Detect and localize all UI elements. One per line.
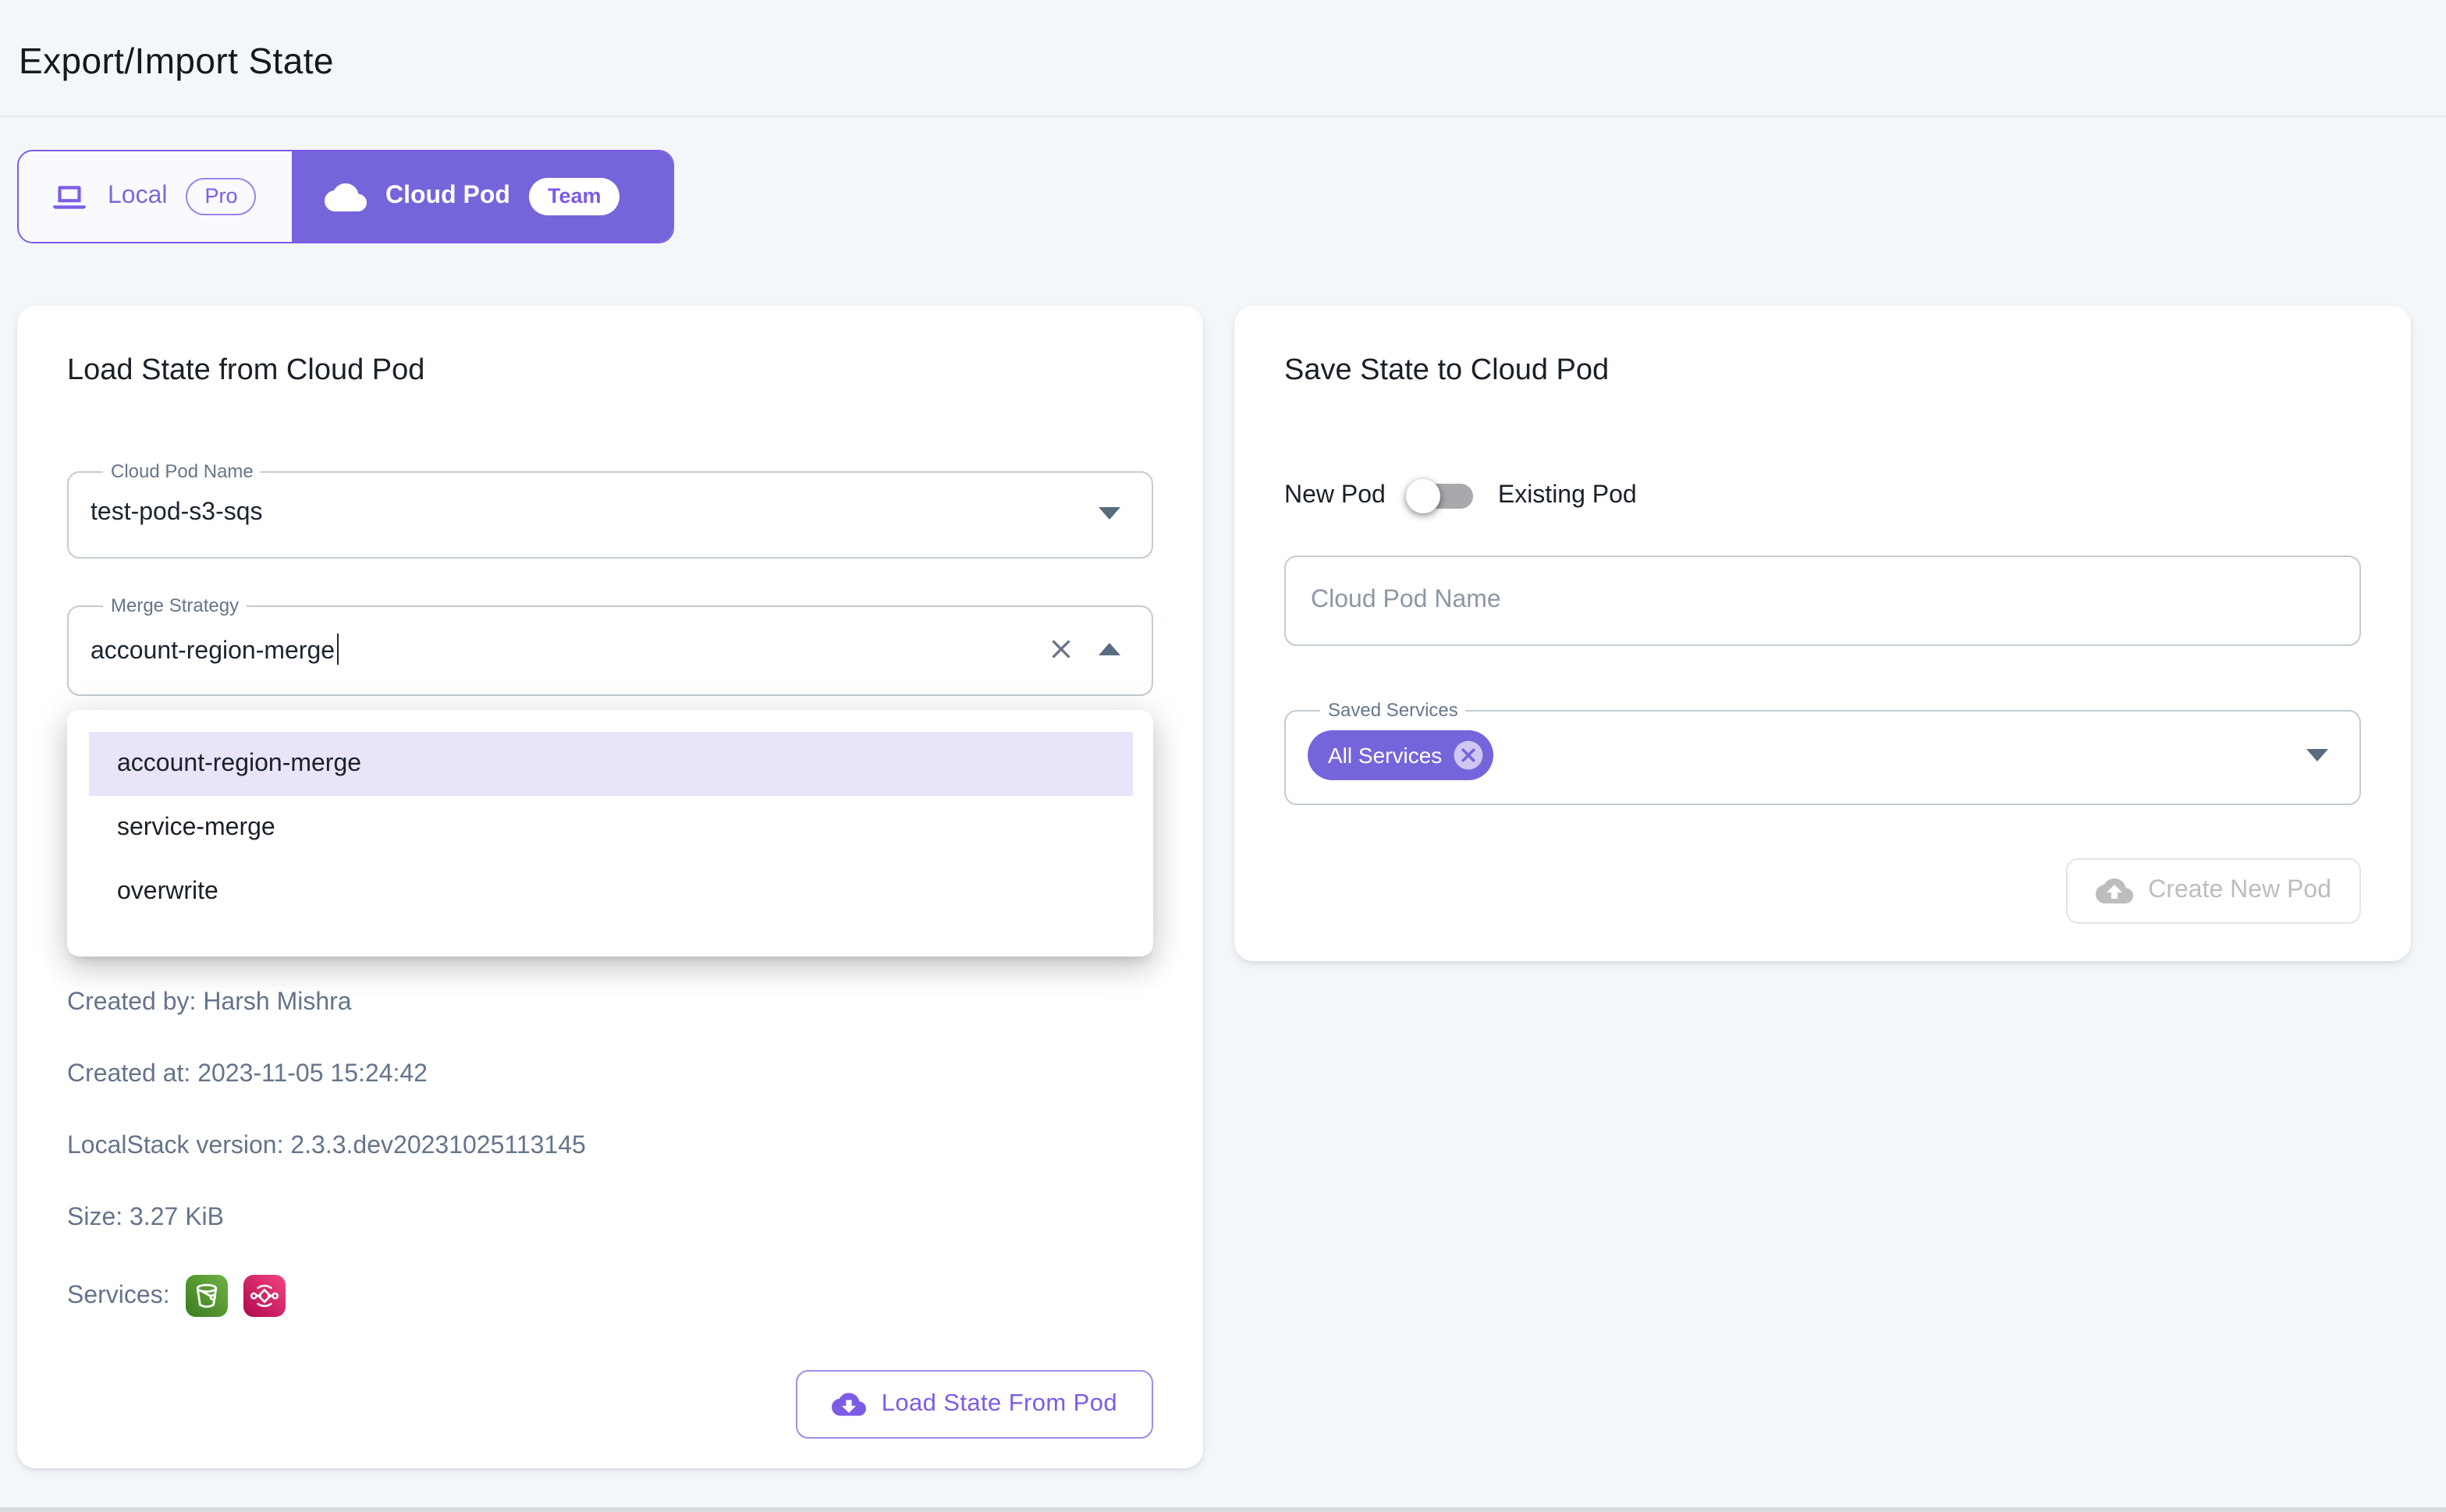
pod-mode-toggle-row: New Pod Existing Pod bbox=[1284, 467, 2361, 526]
dropdown-collapse-arrow-icon[interactable] bbox=[1099, 643, 1120, 655]
cloud-pod-name-select[interactable]: Cloud Pod Name test-pod-s3-sqs bbox=[67, 462, 1153, 559]
merge-strategy-listbox: account-region-merge service-merge overw… bbox=[67, 710, 1153, 957]
pod-localstack-version: LocalStack version: 2.3.3.dev20231025113… bbox=[67, 1131, 1153, 1161]
save-card-title: Save State to Cloud Pod bbox=[1284, 353, 2361, 390]
load-card-title: Load State from Cloud Pod bbox=[67, 353, 1153, 390]
state-mode-toggle: Local Pro Cloud Pod Team bbox=[17, 150, 674, 243]
page-title: Export/Import State bbox=[19, 37, 2446, 84]
cloud-pod-name-select-value: test-pod-s3-sqs bbox=[91, 499, 1099, 527]
load-state-button-label: Load State From Pod bbox=[882, 1390, 1117, 1418]
create-new-pod-button[interactable]: Create New Pod bbox=[2065, 858, 2361, 924]
cloud-icon bbox=[325, 176, 367, 218]
pod-mode-switch[interactable] bbox=[1408, 477, 1476, 515]
cloud-upload-icon bbox=[2095, 872, 2132, 910]
cloud-pod-name-select-label: Cloud Pod Name bbox=[111, 460, 254, 482]
merge-strategy-combobox[interactable]: Merge Strategy account-region-merge bbox=[67, 596, 1153, 696]
text-caret bbox=[336, 633, 339, 664]
window-scrollbar[interactable] bbox=[0, 1507, 2446, 1512]
pod-metadata: Created by: Harsh Mishra Created at: 202… bbox=[67, 988, 1153, 1317]
option-account-region-merge[interactable]: account-region-merge bbox=[89, 732, 1133, 796]
sqs-service-icon bbox=[243, 1275, 286, 1317]
pod-created-at: Created at: 2023-11-05 15:24:42 bbox=[67, 1059, 1153, 1089]
cloud-download-icon bbox=[832, 1387, 866, 1421]
tab-local-label: Local bbox=[108, 183, 168, 211]
new-pod-label: New Pod bbox=[1284, 482, 1386, 510]
tab-cloud-pod-label: Cloud Pod bbox=[385, 183, 510, 211]
option-service-merge[interactable]: service-merge bbox=[89, 796, 1133, 860]
existing-pod-label: Existing Pod bbox=[1498, 482, 1637, 510]
all-services-chip[interactable]: All Services bbox=[1308, 730, 1493, 780]
team-badge: Team bbox=[529, 179, 620, 215]
page-header: Export/Import State bbox=[0, 0, 2446, 117]
saved-services-label: Saved Services bbox=[1328, 699, 1458, 721]
pod-size: Size: 3.27 KiB bbox=[67, 1203, 1153, 1233]
cloud-pod-name-input[interactable] bbox=[1284, 555, 2361, 646]
save-state-card: Save State to Cloud Pod New Pod Existing… bbox=[1234, 306, 2411, 961]
load-state-card: Load State from Cloud Pod Cloud Pod Name… bbox=[17, 306, 1203, 1468]
select-arrow-down-icon bbox=[1099, 507, 1120, 520]
switch-thumb bbox=[1406, 479, 1440, 513]
services-label: Services: bbox=[67, 1282, 170, 1310]
export-import-state-page: Export/Import State Local Pro Cloud Pod … bbox=[0, 0, 2446, 1512]
all-services-chip-label: All Services bbox=[1328, 743, 1442, 768]
select-arrow-down-icon bbox=[2306, 749, 2328, 761]
laptop-icon bbox=[50, 177, 89, 216]
pod-services-row: Services: bbox=[67, 1275, 1153, 1317]
option-overwrite[interactable]: overwrite bbox=[89, 860, 1133, 924]
pro-badge: Pro bbox=[186, 179, 257, 215]
tab-cloud-pod[interactable]: Cloud Pod Team bbox=[293, 151, 673, 242]
pod-created-by: Created by: Harsh Mishra bbox=[67, 988, 1153, 1017]
load-state-button[interactable]: Load State From Pod bbox=[796, 1370, 1153, 1439]
tab-local[interactable]: Local Pro bbox=[19, 151, 293, 242]
chip-remove-icon[interactable] bbox=[1451, 738, 1486, 772]
cards-row: Load State from Cloud Pod Cloud Pod Name… bbox=[17, 306, 2429, 1468]
clear-icon[interactable] bbox=[1039, 627, 1083, 671]
merge-strategy-value: account-region-merge bbox=[91, 633, 1039, 665]
merge-strategy-label: Merge Strategy bbox=[111, 595, 239, 616]
saved-services-select[interactable]: Saved Services All Services bbox=[1284, 701, 2361, 805]
create-new-pod-button-label: Create New Pod bbox=[2148, 877, 2331, 905]
s3-service-icon bbox=[186, 1275, 228, 1317]
